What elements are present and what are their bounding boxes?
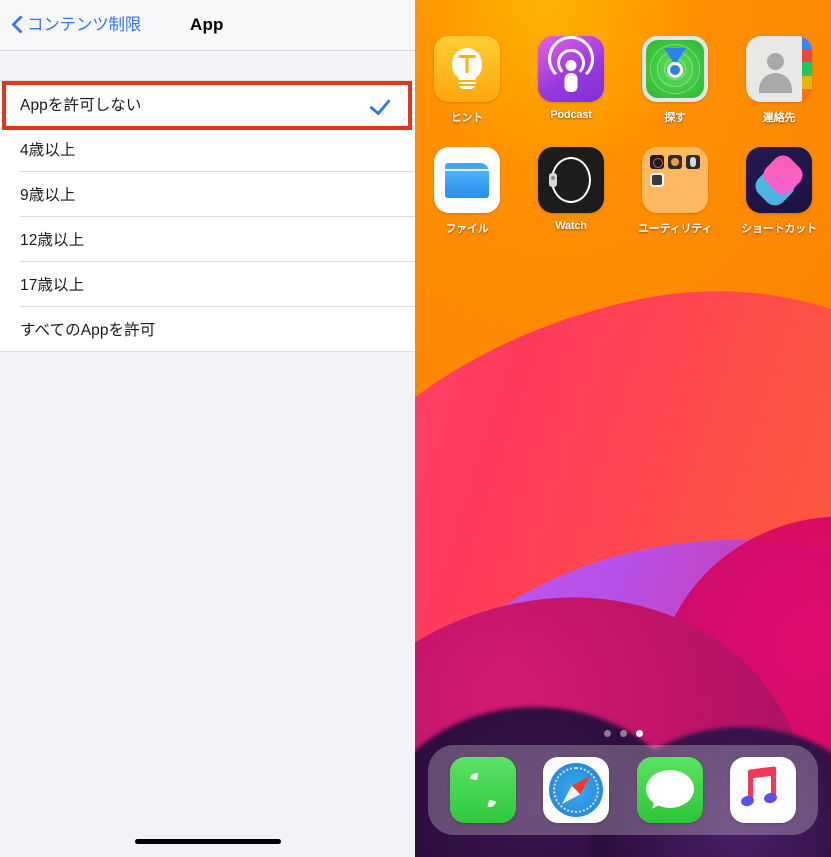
app-files[interactable]: ファイル [415,147,519,236]
app-label: ユーティリティ [637,223,713,235]
app-label: ファイル [445,223,489,235]
app-label: Podcast [550,109,592,121]
mini-calculator-icon [650,173,664,187]
safari-icon[interactable] [543,757,610,823]
app-label: 連絡先 [762,112,796,124]
contacts-avatar-head [767,53,784,70]
bulb-filament [458,55,476,73]
option-row-allow-all[interactable]: すべてのAppを許可 [0,306,415,351]
back-button[interactable]: コンテンツ制限 [11,14,141,36]
app-contacts[interactable]: 連絡先 [727,36,831,125]
watch-icon [538,147,604,213]
app-utilities-folder[interactable]: ユーティリティ [623,147,727,236]
watch-crown [549,173,557,187]
contacts-tab-blue [802,36,812,50]
option-row-no-apps[interactable]: Appを許可しない [0,81,415,126]
chevron-left-icon [11,14,24,36]
tips-icon [434,36,500,102]
page-dot-1[interactable] [603,730,611,737]
option-label: 12歳以上 [20,231,85,249]
messages-icon[interactable] [636,757,703,823]
message-bubble-tail [651,799,665,812]
page-dot-2[interactable] [619,730,627,737]
podcast-head [565,60,577,71]
option-row-9plus[interactable]: 9歳以上 [0,171,415,216]
app-label: ショートカット [741,223,817,235]
app-label: Watch [555,220,587,232]
find-my-dot [667,62,683,78]
podcast-icon [538,36,604,102]
music-icon[interactable] [730,757,797,823]
app-label: 探す [664,112,686,124]
files-icon [434,147,500,213]
option-row-12plus[interactable]: 12歳以上 [0,216,415,261]
shortcuts-icon [746,147,812,213]
phone-icon[interactable] [449,757,516,823]
bulb-base [458,76,476,89]
mini-clock-icon [668,155,682,169]
option-label: 4歳以上 [20,141,76,159]
back-button-label: コンテンツ制限 [27,15,142,34]
app-tips[interactable]: ヒント [415,36,519,125]
option-label: すべてのAppを許可 [20,321,156,339]
app-label: ヒント [450,112,484,124]
podcast-body [564,73,578,92]
app-icon-grid: ヒント Podcast 探す 連絡先 ファイル Watch ユーティリティ ショ… [415,36,831,236]
page-title: App [190,15,224,34]
folder-edge [445,169,489,171]
option-label: 17歳以上 [20,276,85,294]
folder-front [445,170,489,198]
app-shortcuts[interactable]: ショートカット [727,147,831,236]
mini-voice-memos-icon [686,155,700,169]
home-screen-panel: ヒント Podcast 探す 連絡先 ファイル Watch ユーティリティ ショ… [415,0,831,857]
home-indicator [134,839,281,844]
navigation-bar: コンテンツ制限 App [0,0,415,51]
app-rating-options-list: Appを許可しない 4歳以上 9歳以上 12歳以上 17歳以上 すべてのAppを… [0,80,415,352]
settings-panel: コンテンツ制限 App Appを許可しない 4歳以上 9歳以上 12歳以上 17… [0,0,415,857]
checkmark-icon [369,93,391,115]
contacts-tab-red [802,49,812,63]
app-watch[interactable]: Watch [519,147,623,236]
contacts-tab-yellow [802,75,812,89]
option-row-4plus[interactable]: 4歳以上 [0,126,415,171]
contacts-tabs [802,36,812,102]
page-dot-3-active[interactable] [635,730,643,737]
page-indicator-dots[interactable] [415,730,831,737]
watch-case [551,157,591,203]
app-find-my[interactable]: 探す [623,36,727,125]
folder-mini-icons [650,155,700,187]
utilities-folder-icon [642,147,708,213]
dock [428,745,818,835]
option-row-17plus[interactable]: 17歳以上 [0,261,415,306]
find-my-icon [642,36,708,102]
option-label: 9歳以上 [20,186,76,204]
contacts-tab-green [802,62,812,76]
app-podcast[interactable]: Podcast [519,36,623,125]
contacts-tab-orange [802,88,812,102]
screenshot-root: コンテンツ制限 App Appを許可しない 4歳以上 9歳以上 12歳以上 17… [0,0,831,857]
phone-handset-glyph [466,769,500,811]
option-label: Appを許可しない [20,96,142,114]
contacts-icon [746,36,812,102]
mini-compass-icon [650,155,664,169]
